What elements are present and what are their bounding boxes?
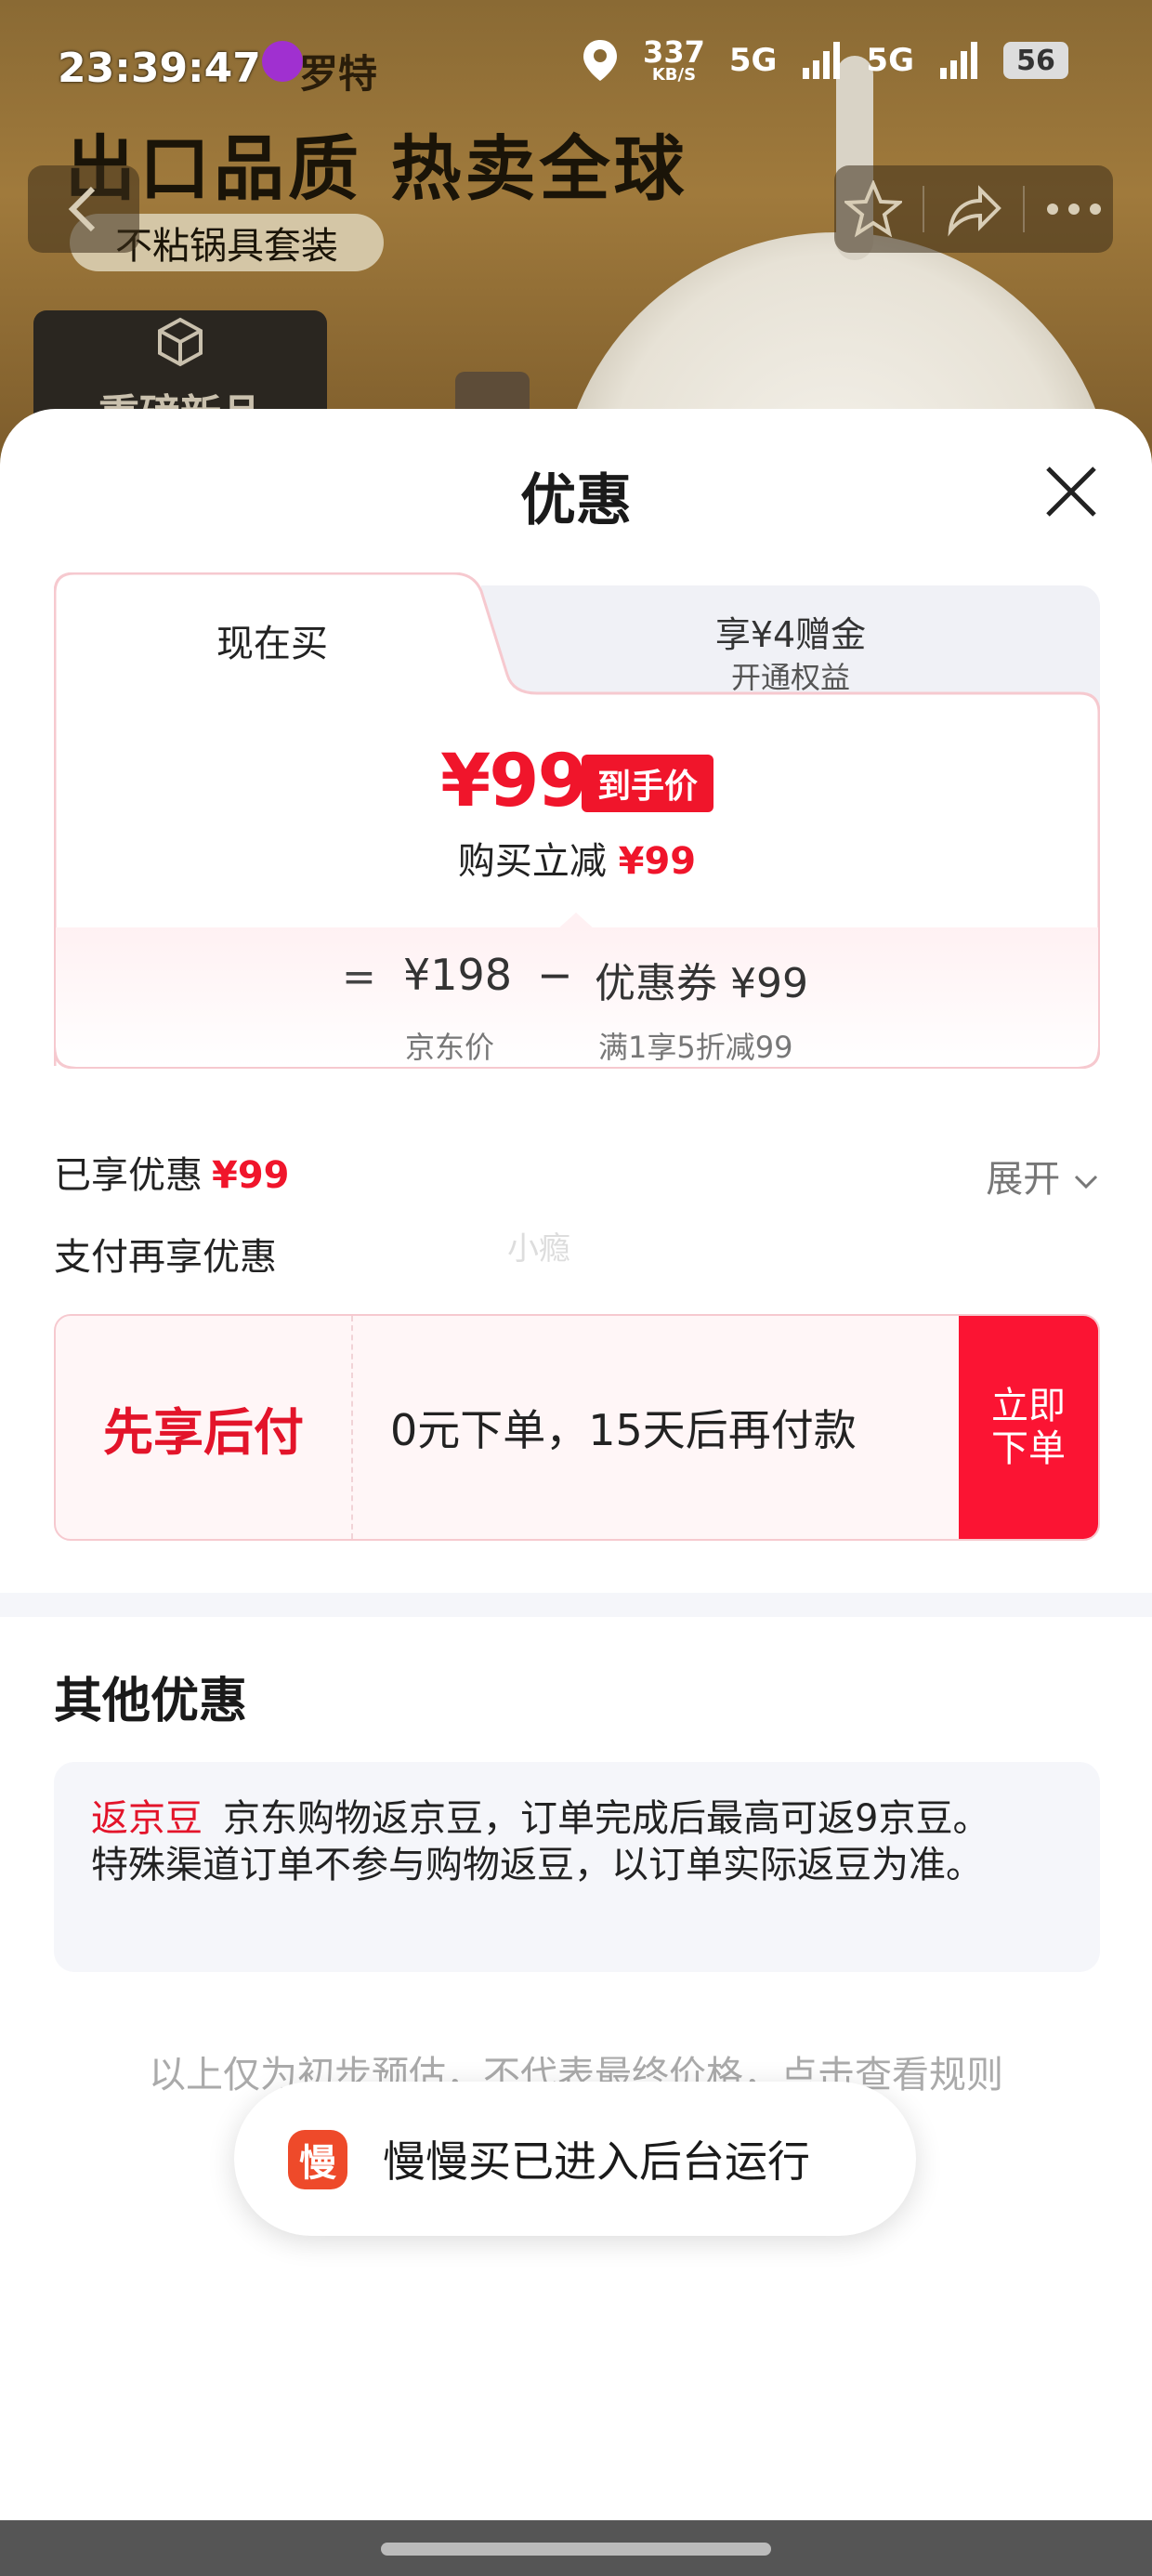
nav-separator — [923, 186, 924, 232]
location-icon — [583, 40, 618, 81]
status-time: 23:39:47 — [58, 45, 261, 92]
signal-bars-icon — [940, 42, 977, 79]
pay-later-description: 0元下单，15天后再付款 — [390, 1405, 857, 1455]
final-price: ¥99 — [440, 740, 588, 823]
expand-label: 展开 — [986, 1158, 1061, 1201]
other-discounts-title: 其他优惠 — [54, 1674, 248, 1729]
nav-action-group — [834, 165, 1113, 253]
tab-buy-now[interactable]: 现在买 — [54, 613, 491, 667]
pay-again-label: 支付再享优惠 — [54, 1236, 277, 1279]
section-divider — [0, 1593, 1152, 1617]
pay-later-card[interactable]: 先享后付 0元下单，15天后再付款 立即 下单 — [54, 1314, 1100, 1541]
coupon-rule-label: 满1享5折减99 — [598, 1030, 793, 1065]
chevron-left-icon — [68, 186, 96, 232]
app-logo-icon: 慢 — [288, 2130, 347, 2189]
star-icon[interactable] — [844, 180, 902, 238]
enjoyed-amount: ¥99 — [212, 1154, 290, 1197]
jd-bean-description: 京东购物返京豆，订单完成后最高可返9京豆。特殊渠道订单不参与购物返豆，以订单实际… — [91, 1797, 990, 1886]
chevron-down-icon — [1074, 1175, 1098, 1189]
pay-later-name: 先享后付 — [56, 1316, 353, 1539]
jd-bean-box: 返京豆 京东购物返京豆，订单完成后最高可返9京豆。特殊渠道订单不参与购物返豆，以订… — [54, 1762, 1100, 1972]
order-now-button[interactable]: 立即 下单 — [959, 1316, 1098, 1539]
status-bar: 23:39:47 罗特 337 KB/S 5G 5G 56 — [0, 37, 1152, 97]
net-speed: 337 KB/S — [643, 34, 705, 85]
instant-reduce-amount: ¥99 — [618, 840, 697, 883]
watermark: 小瘾 — [507, 1230, 570, 1268]
sheet-title: 优惠 — [520, 468, 632, 533]
signal-5g-2: 5G — [866, 42, 914, 79]
more-icon[interactable] — [1045, 200, 1103, 218]
background-toast: 慢 慢慢买已进入后台运行 — [234, 2082, 916, 2236]
discount-sheet: 优惠 享¥4赠金 开通权益 现在买 ¥99 到手价 购买立减 ¥99 = ¥19… — [0, 409, 1152, 2576]
nav-separator — [1023, 186, 1025, 232]
signal-5g-1: 5G — [728, 42, 778, 79]
signal-bars-icon — [803, 42, 841, 79]
equals-sign: = — [342, 953, 376, 1001]
battery-icon: 56 — [1003, 42, 1068, 79]
status-app-name: 罗特 — [299, 51, 378, 97]
coupon-amount: 优惠券 ¥99 — [595, 960, 808, 1007]
jd-price-label: 京东价 — [405, 1030, 495, 1065]
final-price-badge: 到手价 — [582, 755, 713, 812]
breakdown-panel — [56, 913, 1098, 1067]
expand-button[interactable]: 展开 — [986, 1149, 1100, 1203]
notification-bell-icon — [262, 41, 303, 82]
pointer-caret — [557, 913, 595, 929]
enjoyed-label: 已享优惠 — [54, 1154, 203, 1197]
instant-reduce: 购买立减 ¥99 — [54, 831, 1100, 885]
home-indicator[interactable] — [381, 2543, 771, 2556]
jd-bean-tag: 返京豆 — [91, 1797, 203, 1840]
system-nav-bar — [0, 2520, 1152, 2576]
close-icon[interactable] — [1039, 459, 1104, 524]
price-breakdown-card: 享¥4赠金 开通权益 现在买 ¥99 到手价 购买立减 ¥99 = ¥198 −… — [54, 572, 1100, 1069]
jd-price: ¥198 — [403, 950, 513, 1000]
share-icon[interactable] — [945, 180, 1002, 238]
enjoyed-discount: 已享优惠 ¥99 — [54, 1145, 290, 1199]
banner-headline: 出口品质 热卖全球 — [65, 127, 688, 210]
back-button[interactable] — [28, 165, 139, 253]
toast-message: 慢慢买已进入后台运行 — [383, 2136, 810, 2187]
instant-reduce-label: 购买立减 — [457, 840, 607, 883]
minus-sign: − — [537, 950, 573, 1000]
jd-bean-text-block: 返京豆 京东购物返京豆，订单完成后最高可返9京豆。特殊渠道订单不参与购物返豆，以订… — [91, 1795, 1001, 1888]
